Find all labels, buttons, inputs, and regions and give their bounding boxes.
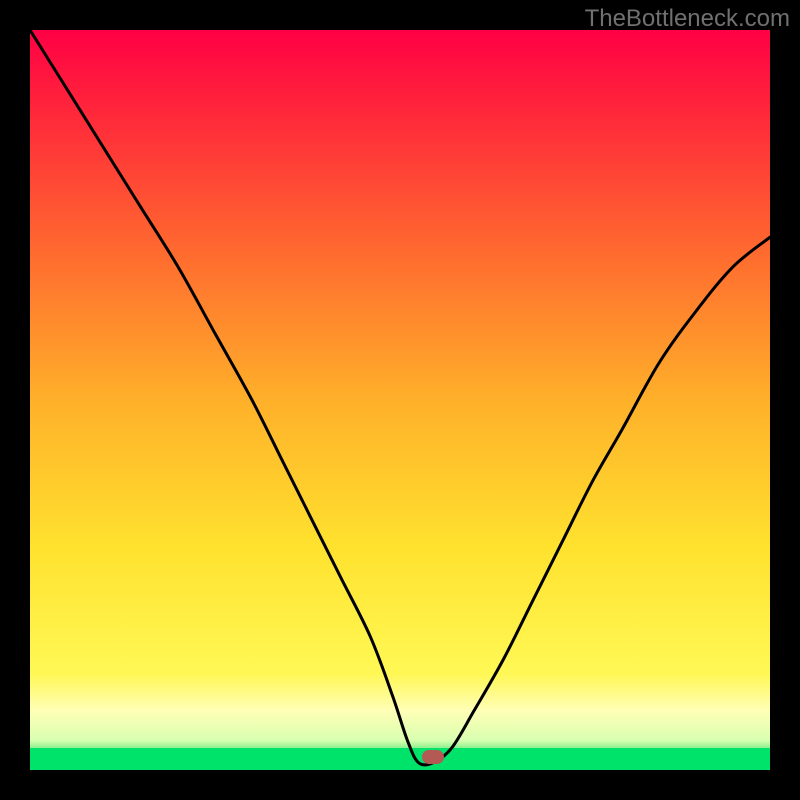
minimum-marker	[422, 750, 444, 764]
curve-svg	[30, 30, 770, 770]
plot-area	[30, 30, 770, 770]
attribution-text: TheBottleneck.com	[585, 5, 790, 33]
bottleneck-curve	[30, 30, 770, 765]
chart-stage: TheBottleneck.com	[0, 0, 800, 800]
